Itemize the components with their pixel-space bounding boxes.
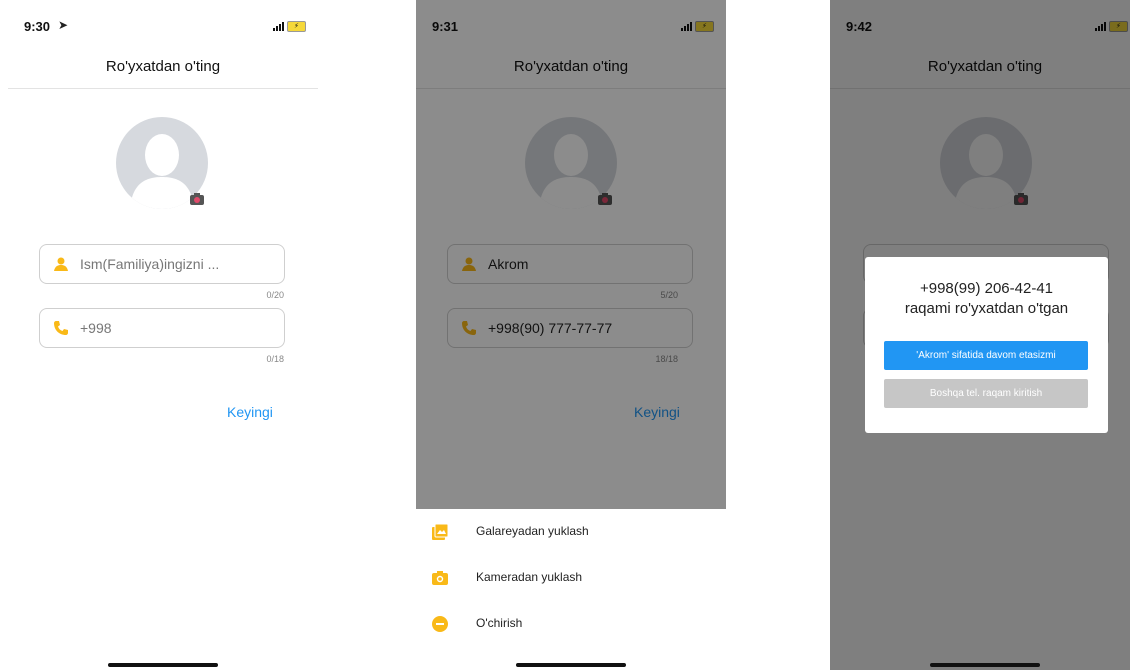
name-counter: 0/20 [266, 290, 284, 300]
screen-registration: 9:30 ➤ ⚡ Ro'yxatdan o'ting 0/20 0/18 Key… [8, 0, 318, 670]
location-arrow-icon: ➤ [58, 18, 69, 32]
status-time: 9:30 [24, 19, 51, 34]
home-indicator [930, 663, 1040, 667]
continue-as-user-button[interactable]: 'Akrom' sifatida davom etasizmi [884, 341, 1088, 370]
sheet-item-label: Kameradan yuklash [476, 570, 583, 584]
gallery-icon [432, 524, 448, 540]
name-field[interactable] [39, 244, 285, 284]
home-indicator [516, 663, 626, 667]
enter-other-number-button[interactable]: Boshqa tel. raqam kiritish [884, 379, 1088, 408]
battery-charging-icon: ⚡ [287, 21, 306, 32]
dialog-message: +998(99) 206-42-41 raqami ro'yxatdan o't… [865, 279, 1108, 319]
phone-input[interactable] [80, 317, 275, 339]
screen-already-registered: 9:42 ⚡ Ro'yxatdan o'ting +998(99) 206-42… [830, 0, 1130, 670]
person-icon [54, 257, 68, 271]
next-button[interactable]: Keyingi [227, 404, 273, 420]
status-bar: 9:30 ➤ ⚡ [8, 0, 318, 50]
already-registered-dialog: +998(99) 206-42-41 raqami ro'yxatdan o't… [865, 257, 1108, 433]
home-indicator [108, 663, 218, 667]
phone-field[interactable] [39, 308, 285, 348]
sheet-item-remove[interactable]: O'chirish [416, 604, 726, 644]
page-title: Ro'yxatdan o'ting [105, 58, 221, 75]
sheet-item-label: Galareyadan yuklash [476, 524, 589, 538]
app-header: Ro'yxatdan o'ting [8, 48, 318, 89]
camera-icon [432, 571, 448, 585]
camera-icon[interactable] [190, 193, 204, 205]
remove-icon [432, 616, 448, 632]
sheet-item-label: O'chirish [476, 616, 523, 630]
name-input[interactable] [80, 253, 275, 275]
phone-counter: 0/18 [266, 354, 284, 364]
signal-icon [273, 22, 284, 31]
sheet-item-gallery[interactable]: Galareyadan yuklash [416, 512, 726, 552]
photo-options-sheet: Galareyadan yuklash Kameradan yuklash O'… [416, 509, 726, 670]
phone-icon [54, 321, 68, 335]
sheet-item-camera[interactable]: Kameradan yuklash [416, 558, 726, 598]
screen-photo-options: 9:31 ⚡ Ro'yxatdan o'ting 5/20 18/18 Keyi… [416, 0, 726, 670]
dialog-message-text: raqami ro'yxatdan o'tgan [904, 300, 1069, 317]
dialog-phone-number: +998(99) 206-42-41 [919, 280, 1053, 297]
